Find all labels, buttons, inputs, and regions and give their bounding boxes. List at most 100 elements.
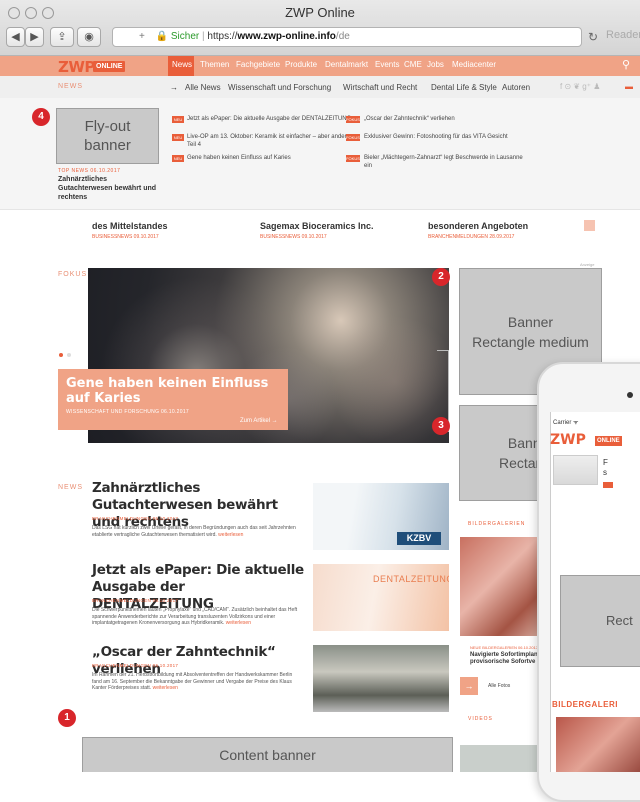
nav-item-jobs[interactable]: Jobs bbox=[427, 60, 444, 69]
link-badge: NEU bbox=[172, 116, 184, 123]
subnav-dental-life[interactable]: Dental Life & Style bbox=[431, 83, 497, 92]
flyout-link[interactable]: Bieler „Mächtegern-Zahnarzt“ legt Beschw… bbox=[364, 154, 523, 162]
strip-arrow-button[interactable] bbox=[584, 220, 595, 231]
marker-3: 3 bbox=[432, 417, 450, 435]
link-badge: FOKUS bbox=[346, 134, 360, 141]
lock-icon: 🔒 bbox=[155, 31, 169, 42]
flyout-link[interactable]: Jetzt als ePaper: Die aktuelle Ausgabe d… bbox=[187, 115, 351, 123]
subnav-alle-news[interactable]: Alle News bbox=[185, 83, 221, 92]
address-bar[interactable]: + 🔒 Sicher | https://www.zwp-online.info… bbox=[112, 27, 582, 47]
reader-button[interactable]: Reader bbox=[606, 29, 640, 41]
strip-title[interactable]: Sagemax Bioceramics Inc. bbox=[260, 221, 374, 231]
phone-banner-label: Rect bbox=[606, 613, 633, 628]
article-meta: BRANCHENMELDUNGEN 06.10.2017 bbox=[92, 516, 179, 521]
reload-icon[interactable]: ↻ bbox=[582, 27, 604, 47]
hero-read-link[interactable]: Zum Artikel → bbox=[240, 418, 278, 424]
url-scheme: https:// bbox=[207, 31, 238, 42]
nav-item-themen[interactable]: Themen bbox=[200, 60, 229, 69]
nav-item-produkte[interactable]: Produkte bbox=[285, 60, 317, 69]
forward-button[interactable]: ▶ bbox=[25, 27, 44, 47]
read-more-link[interactable]: weiterlesen bbox=[153, 685, 178, 691]
article-meta: BRANCHENMELDUNGEN 06.10.2017 bbox=[92, 663, 179, 668]
section-tag: NEWS bbox=[58, 83, 83, 90]
phone-badge bbox=[603, 482, 613, 488]
nav-item-dentalmarkt[interactable]: Dentalmarkt bbox=[325, 60, 368, 69]
share-icon[interactable]: ⇪ bbox=[50, 27, 74, 47]
back-button[interactable]: ◀ bbox=[6, 27, 25, 47]
flyout-link[interactable]: Gene haben keinen Einfluss auf Karies bbox=[187, 154, 291, 162]
phone-snippet: Fs bbox=[603, 458, 608, 477]
article-thumbnail[interactable]: KZBV bbox=[313, 483, 449, 550]
slider-dot[interactable] bbox=[67, 353, 71, 357]
article-thumbnail[interactable]: DENTALZEITUNG bbox=[313, 564, 449, 631]
phone-galleries-tag: BILDERGALERI bbox=[552, 700, 618, 709]
phone-gallery-image bbox=[556, 717, 640, 772]
gallery-label: NEUE BILDERGALERIEN 06.10.2017 bbox=[470, 645, 539, 650]
search-icon[interactable]: ⚲ bbox=[622, 58, 630, 71]
article-body: Das LSG hat kürzlich zwei Urteile gefäll… bbox=[92, 525, 296, 538]
link-badge: FOKUS bbox=[346, 155, 360, 162]
strip-meta: BUSINESSNEWS 09.10.2017 bbox=[260, 234, 327, 240]
extension-icon[interactable]: ◉ bbox=[77, 27, 101, 47]
nav-item-events[interactable]: Events bbox=[375, 60, 399, 69]
flag-icon[interactable]: ▬ bbox=[625, 82, 633, 91]
link-badge: NEU bbox=[172, 155, 184, 162]
flyout-link[interactable]: „Oscar der Zahntechnik“ verliehen bbox=[364, 115, 455, 123]
secure-label: Sicher bbox=[170, 31, 200, 42]
strip-title[interactable]: des Mittelstandes bbox=[92, 221, 168, 231]
article-meta: BRANCHENMELDUNGEN 06.10.2017 bbox=[92, 598, 179, 603]
news-tag: NEWS bbox=[58, 484, 83, 491]
logo-online-badge: ONLINE bbox=[93, 61, 126, 72]
link-badge: FOKUS bbox=[346, 116, 360, 123]
all-photos-link[interactable]: Alle Fotos bbox=[488, 683, 510, 689]
subnav-wirtschaft[interactable]: Wirtschaft und Recht bbox=[343, 83, 417, 92]
content-banner-label: Content banner bbox=[219, 747, 316, 763]
site-logo[interactable]: ZWP bbox=[58, 58, 95, 76]
marker-4: 4 bbox=[32, 108, 50, 126]
hero-title[interactable]: Gene haben keinen Einfluss auf Karies bbox=[66, 376, 276, 406]
strip-title[interactable]: besonderen Angeboten bbox=[428, 221, 528, 231]
fokus-tag: FOKUS bbox=[58, 271, 88, 278]
phone-thumbnail bbox=[553, 455, 598, 485]
url-host: www.zwp-online.info bbox=[237, 31, 336, 42]
article-title[interactable]: Zahnärztliches Gutachterwesen bewährt un… bbox=[92, 480, 307, 531]
flyout-link-cont[interactable]: ein bbox=[364, 162, 372, 170]
link-badge: NEU bbox=[172, 134, 184, 141]
subnav-autoren[interactable]: Autoren bbox=[502, 83, 530, 92]
flyout-banner[interactable]: Fly-out banner bbox=[56, 108, 159, 164]
article-title[interactable]: Jetzt als ePaper: Die aktuelle Ausgabe d… bbox=[92, 562, 307, 613]
flyout-link[interactable]: Live-OP am 13. Oktober: Keramik ist einf… bbox=[187, 133, 350, 141]
flyout-link-cont[interactable]: Teil 4 bbox=[187, 141, 201, 149]
article-thumbnail[interactable] bbox=[313, 645, 449, 712]
new-tab-icon[interactable]: + bbox=[139, 31, 145, 42]
thumb-label: KZBV bbox=[397, 532, 441, 545]
article-body: Die Schwerpunktthemen lauten „Prophylaxe… bbox=[92, 607, 298, 626]
videos-tag: VIDEOS bbox=[468, 716, 493, 722]
url-path: /de bbox=[335, 31, 350, 42]
flyout-banner-line1: Fly-out bbox=[84, 118, 131, 135]
flyout-link[interactable]: Exklusiver Gewinn: Fotoshooting für das … bbox=[364, 133, 508, 141]
content-banner[interactable]: Content banner bbox=[82, 737, 453, 772]
arrow-right-icon: → bbox=[170, 83, 178, 92]
marker-2: 2 bbox=[432, 268, 450, 286]
strip-meta: BUSINESSNEWS 09.10.2017 bbox=[92, 234, 159, 240]
nav-item-mediacenter[interactable]: Mediacenter bbox=[452, 60, 496, 69]
read-more-link[interactable]: weiterlesen bbox=[226, 620, 251, 626]
hero-meta: WISSENSCHAFT UND FORSCHUNG 06.10.2017 bbox=[66, 409, 189, 415]
nav-item-fachgebiete[interactable]: Fachgebiete bbox=[236, 60, 280, 69]
arrow-right-icon[interactable]: → bbox=[460, 677, 478, 695]
article-body: Im Rahmen der 21. Herbstfortbildung mit … bbox=[92, 672, 293, 691]
flyout-banner-line2: banner bbox=[84, 137, 131, 154]
read-more-link[interactable]: weiterlesen bbox=[218, 532, 243, 538]
phone-carrier: Carrier ᯤ bbox=[553, 420, 579, 426]
marker-1: 1 bbox=[58, 709, 76, 727]
banner-line1: Banner bbox=[507, 313, 554, 330]
topnews-title[interactable]: Zahnärztliches Gutachterwesen bewährt un… bbox=[58, 175, 163, 202]
nav-item-cme[interactable]: CME bbox=[404, 60, 422, 69]
slider-dot-active[interactable] bbox=[59, 353, 63, 357]
ad-label: Anzeige bbox=[580, 262, 595, 267]
nav-item-news[interactable]: News bbox=[172, 60, 192, 69]
galleries-tag: BILDERGALERIEN bbox=[468, 521, 526, 527]
social-icons[interactable]: f ⊙ ❦ g⁺ ♟ bbox=[560, 82, 600, 91]
subnav-wissenschaft[interactable]: Wissenschaft und Forschung bbox=[228, 83, 331, 92]
